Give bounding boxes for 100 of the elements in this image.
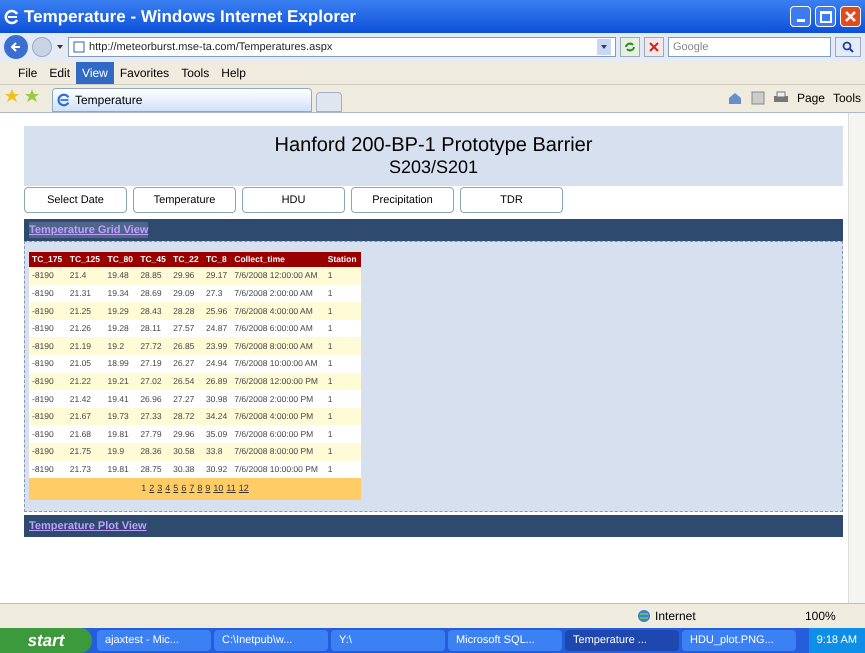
home-icon[interactable] xyxy=(726,91,743,105)
nav-button[interactable]: TDR xyxy=(460,187,563,213)
taskbar-button[interactable]: C:\Inetpub\w... xyxy=(214,630,328,651)
search-field[interactable]: Google xyxy=(668,37,831,57)
nav-button[interactable]: Temperature xyxy=(133,187,236,213)
table-cell: 33.8 xyxy=(202,442,232,461)
column-header[interactable]: TC_80 xyxy=(104,252,138,267)
stop-icon xyxy=(649,42,659,52)
zone-label: Internet xyxy=(655,608,697,625)
page-link[interactable]: 5 xyxy=(173,482,178,496)
column-header[interactable]: TC_175 xyxy=(29,252,67,267)
nav-button[interactable]: Precipitation xyxy=(351,187,454,213)
browser-icon xyxy=(4,8,20,24)
table-cell: 25.96 xyxy=(202,302,232,320)
column-header[interactable]: Station xyxy=(324,252,361,267)
table-cell: 19.34 xyxy=(104,284,138,302)
menu-item[interactable]: View xyxy=(76,62,114,84)
address-field[interactable]: http://meteorburst.mse-ta.com/Temperatures.aspx xyxy=(68,37,616,57)
table-cell: 28.28 xyxy=(170,302,203,320)
taskbar-button[interactable]: ajaxtest - Mic... xyxy=(97,630,211,651)
clock: 9:18 AM xyxy=(816,633,857,648)
table-cell: 7/6/2008 8:00:00 AM xyxy=(231,337,325,355)
section-link[interactable]: Temperature Plot View xyxy=(29,518,147,534)
maximize-button[interactable] xyxy=(815,6,836,27)
menu-item[interactable]: Favorites xyxy=(114,62,176,84)
table-cell: 29.96 xyxy=(170,267,203,285)
taskbar-button[interactable]: HDU_plot.PNG... xyxy=(682,630,796,651)
page-icon xyxy=(73,41,85,53)
page-link[interactable]: 11 xyxy=(226,482,236,496)
page-link[interactable]: 9 xyxy=(205,482,210,496)
dropdown-icon[interactable] xyxy=(600,44,608,50)
table-cell: 19.73 xyxy=(104,408,138,426)
column-header[interactable]: TC_45 xyxy=(137,252,170,267)
table-cell: 21.42 xyxy=(66,390,104,408)
table-cell: 26.89 xyxy=(202,372,232,390)
table-cell: 28.69 xyxy=(137,284,170,302)
table-cell: -8190 xyxy=(29,320,67,338)
taskbar-button[interactable]: Y:\ xyxy=(331,630,445,651)
table-cell: -8190 xyxy=(29,337,67,355)
close-button[interactable] xyxy=(840,6,861,27)
back-button[interactable] xyxy=(4,35,28,59)
table-cell: -8190 xyxy=(29,302,67,320)
window-title: Temperature - Windows Internet Explorer xyxy=(24,6,358,28)
browser-tab[interactable]: Temperature xyxy=(52,88,312,112)
table-cell: 19.41 xyxy=(104,390,138,408)
stop-button[interactable] xyxy=(644,37,664,57)
caret-icon[interactable] xyxy=(56,44,64,50)
menu-item[interactable]: Help xyxy=(215,62,252,84)
refresh-button[interactable] xyxy=(620,37,640,57)
printer-icon[interactable] xyxy=(772,91,789,105)
table-cell: 7/6/2008 4:00:00 AM xyxy=(231,302,325,320)
table-cell: 28.43 xyxy=(137,302,170,320)
start-button[interactable]: start xyxy=(0,628,92,653)
table-cell: 21.26 xyxy=(66,320,104,338)
taskbar-button[interactable]: Temperature ... xyxy=(565,630,679,651)
table-cell: 21.05 xyxy=(66,354,104,373)
zoom-control[interactable]: 100% xyxy=(805,607,865,625)
table-cell: 27.33 xyxy=(137,408,170,426)
column-header[interactable]: Collect_time xyxy=(231,252,325,267)
page-link[interactable]: 7 xyxy=(189,482,194,496)
table-cell: 27.72 xyxy=(137,337,170,355)
taskbar-button[interactable]: Microsoft SQL... xyxy=(448,630,562,651)
search-button[interactable] xyxy=(835,37,861,57)
table-cell: 7/6/2008 6:00:00 PM xyxy=(231,425,325,443)
page-link[interactable]: 12 xyxy=(238,482,249,496)
page-link[interactable]: 3 xyxy=(157,482,162,496)
favorites-star-icon[interactable] xyxy=(4,88,20,104)
table-cell: 26.27 xyxy=(170,354,203,373)
menu-item[interactable]: File xyxy=(12,62,44,84)
table-cell: -8190 xyxy=(29,390,67,408)
table-cell: 7/6/2008 4:00:00 PM xyxy=(231,408,325,426)
table-cell: 34.24 xyxy=(202,408,232,426)
page-link[interactable]: 10 xyxy=(213,482,224,496)
table-cell: 28.75 xyxy=(137,460,170,478)
page-link[interactable]: 2 xyxy=(149,482,154,496)
minimize-button[interactable] xyxy=(790,6,811,27)
page-subtitle: S203/S201 xyxy=(388,157,478,178)
scrollbar[interactable] xyxy=(848,113,865,603)
page-link[interactable]: 4 xyxy=(165,482,170,496)
nav-button[interactable]: Select Date xyxy=(24,187,127,213)
table-cell: 28.72 xyxy=(170,408,203,426)
tools-menu[interactable]: Tools xyxy=(832,89,861,107)
column-header[interactable]: TC_22 xyxy=(170,252,203,267)
nav-button[interactable]: HDU xyxy=(242,187,345,213)
table-cell: 30.38 xyxy=(170,460,203,478)
table-cell: 1 xyxy=(324,284,361,302)
table-cell: -8190 xyxy=(29,284,67,302)
table-cell: 21.68 xyxy=(66,425,104,443)
table-cell: 1 xyxy=(324,320,361,338)
page-menu[interactable]: Page xyxy=(796,89,825,107)
column-header[interactable]: TC_125 xyxy=(66,252,104,267)
table-cell: 7/6/2008 2:00:00 PM xyxy=(231,390,325,408)
current-page[interactable]: 1 xyxy=(141,482,146,496)
page-link[interactable]: 8 xyxy=(197,482,202,496)
menu-item[interactable]: Tools xyxy=(175,62,216,84)
table-cell: 27.19 xyxy=(137,354,170,373)
table-cell: 21.73 xyxy=(66,460,104,478)
page-link[interactable]: 6 xyxy=(181,482,186,496)
column-header[interactable]: TC_8 xyxy=(202,252,232,267)
menu-item[interactable]: Edit xyxy=(43,62,76,84)
